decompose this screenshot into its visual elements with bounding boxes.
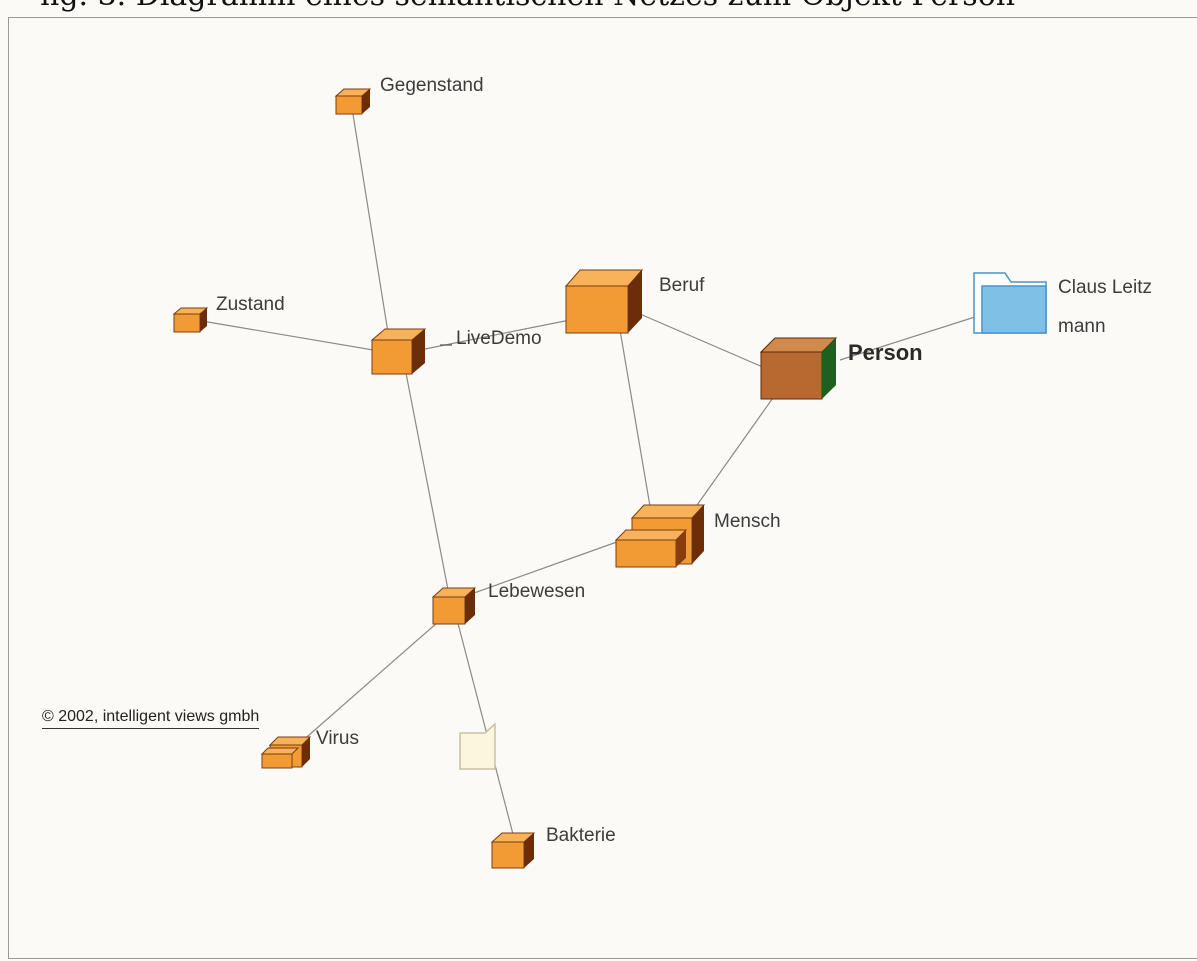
node-bakterie-label: Bakterie [546,825,616,846]
edge-lebewesen-bakterie [454,611,515,839]
node-claus-folder-icon[interactable] [973,272,1047,334]
copyright-notice: © 2002, intelligent views gmbh [42,708,260,729]
node-virus-cube[interactable] [260,736,312,769]
node-beruf-cube[interactable] [564,269,644,334]
edge-zustand-livedemo [195,319,386,353]
document-icon[interactable] [459,722,496,770]
node-lebewesen-label: Lebewesen [488,581,585,602]
node-bakterie-cube[interactable] [490,832,536,869]
edge-beruf-person [639,313,766,369]
node-virus-label: Virus [316,728,359,749]
node-mensch-label: Mensch [714,511,781,532]
node-person-cube[interactable] [759,337,838,400]
node-mensch-cube[interactable] [614,504,706,568]
node-zustand-label: Zustand [216,294,285,315]
node-beruf-label: Beruf [659,275,705,296]
edge-livedemo-lebewesen [404,367,451,601]
graph-edges [195,107,979,839]
edge-gegenstand-livedemo [351,107,391,346]
node-person-label: Person [848,340,923,365]
node-zustand-cube[interactable] [172,307,209,333]
node-gegenstand-label: Gegenstand [380,75,484,96]
node-livedemo-cube[interactable] [370,328,427,375]
node-gegenstand-cube[interactable] [334,88,372,115]
node-claus-label-line2: mann [1058,316,1106,337]
semantic-network-graph: Gegenstand Zustand LiveDemo Beruf Person… [172,75,1152,869]
edge-beruf-mensch [619,329,653,519]
edge-person-mensch [694,394,776,509]
node-livedemo-label: LiveDemo [456,328,542,349]
node-claus-label-line1: Claus Leitz [1058,277,1152,298]
node-lebewesen-cube[interactable] [431,587,477,625]
